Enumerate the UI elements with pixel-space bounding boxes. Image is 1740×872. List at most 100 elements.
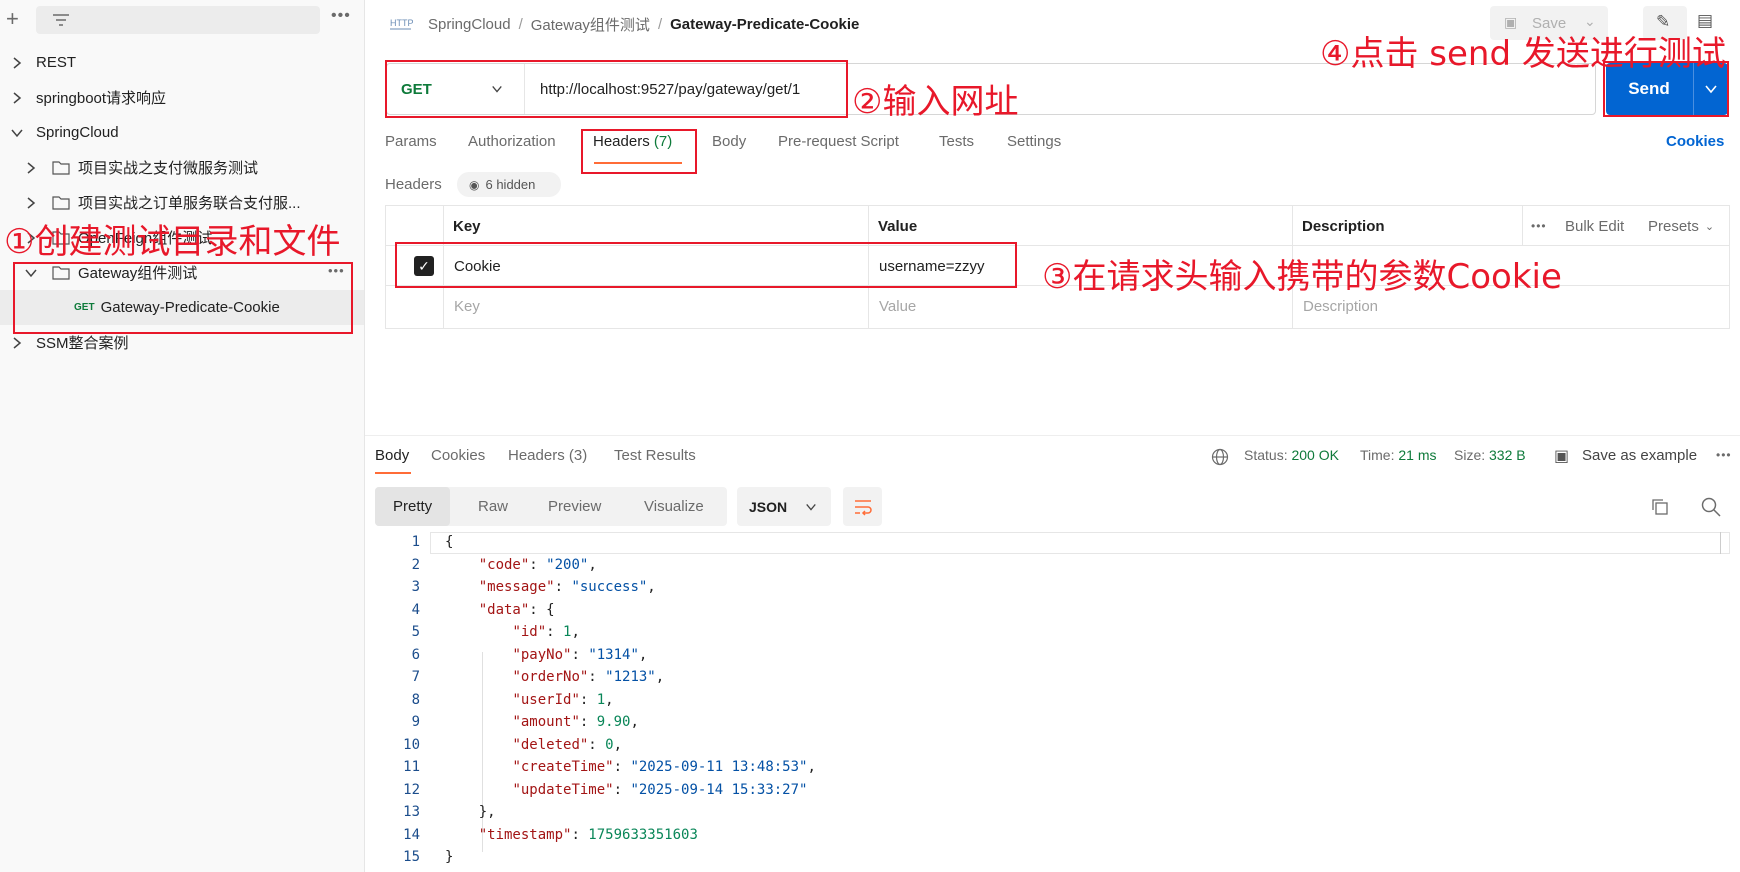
json-key: "deleted" [512,737,589,753]
new-key-field[interactable]: Key [454,286,480,326]
more-icon[interactable]: ••• [1716,448,1732,462]
tab-settings[interactable]: Settings [1007,133,1061,157]
chevron-right-icon [13,336,22,349]
json-key: "orderNo" [512,669,589,685]
code-line: "userId": 1, [512,692,614,708]
sidebar-filter[interactable] [36,6,320,34]
code-line: "timestamp": 1759633351603 [478,827,698,843]
tab-prerequest[interactable]: Pre-request Script [778,133,899,157]
response-tab-test-results[interactable]: Test Results [614,447,696,464]
response-tab-cookies[interactable]: Cookies [431,447,485,464]
tab-body[interactable]: Body [712,133,746,157]
tab-tests[interactable]: Tests [939,133,974,157]
headers-section-title: Headers [385,176,442,193]
response-tab-body[interactable]: Body [375,447,409,464]
json-key: "userId" [512,692,580,708]
json-key: "createTime" [512,759,614,775]
json-value: "1213" [605,669,656,685]
json-key: "updateTime" [512,782,614,798]
annotation-step-3: ③在请求头输入携带的参数Cookie [1042,257,1562,297]
sidebar-item-springcloud[interactable]: SpringCloud [0,115,364,150]
bulk-edit-button[interactable]: Bulk Edit [1565,206,1624,246]
sidebar-item-label: SSM整合案例 [36,335,129,352]
sidebar-item-rest[interactable]: REST [0,45,364,80]
size-value: 332 B [1489,447,1526,463]
line-number: 5 [411,624,420,640]
json-key: "code" [478,557,530,573]
line-number: 15 [403,849,420,865]
json-value: 0 [605,737,614,753]
response-view-segmented: Pretty Raw Preview Visualize [375,487,727,526]
code-line: "message": "success", [478,579,656,595]
size-label: Size: [1454,447,1486,463]
code-line: "payNo": "1314", [512,647,648,663]
sidebar-item-label: 项目实战之支付微服务测试 [78,160,259,177]
eye-icon: ◉ [469,177,480,192]
view-visualize[interactable]: Visualize [644,487,704,526]
code-line: "amount": 9.90, [512,714,639,730]
more-icon[interactable]: ••• [331,7,351,25]
time-readout[interactable]: Time: 21 ms [1360,447,1437,463]
json-value: "2025-09-14 15:33:27" [630,782,808,798]
response-body-code[interactable]: 1 2 3 4 5 6 7 8 9 10 11 12 13 14 15 { "c… [375,532,1730,872]
sidebar-item-label: springboot请求响应 [36,90,167,107]
status-label: Status: [1244,447,1288,463]
view-pretty[interactable]: Pretty [375,487,451,526]
search-icon[interactable] [1700,496,1722,518]
status-readout[interactable]: Status: 200 OK [1244,447,1339,463]
response-tab-headers[interactable]: Headers (3) [508,447,587,464]
request-title[interactable]: Gateway-Predicate-Cookie [670,16,859,33]
presets-dropdown[interactable]: Presets ⌄ [1648,206,1714,246]
save-as-example-button[interactable]: Save as example [1582,447,1697,464]
json-key: "payNo" [512,647,572,663]
more-icon[interactable]: ••• [1531,206,1547,246]
code-line: "createTime": "2025-09-11 13:48:53", [512,759,816,775]
sidebar: + ••• REST springboot请求响应 SpringCloud 项目… [0,0,365,872]
breadcrumb-item[interactable]: SpringCloud [428,16,511,33]
breadcrumb: SpringCloud / Gateway组件测试 / Gateway-Pred… [428,12,859,36]
line-number: 7 [411,669,420,685]
line-number: 9 [411,714,420,730]
new-value-field[interactable]: Value [879,286,916,326]
breadcrumb-item[interactable]: Gateway组件测试 [531,14,650,35]
size-readout[interactable]: Size: 332 B [1454,447,1526,463]
code-line: }, [478,804,496,820]
json-value: 9.90 [596,714,631,730]
code-line: { [445,534,454,550]
column-header-value: Value [878,217,918,235]
code-line: "orderNo": "1213", [512,669,665,685]
view-preview[interactable]: Preview [548,487,601,526]
annotation-box-cookie-row [395,242,1017,288]
code-line: } [445,849,454,865]
chevron-down-icon [11,129,23,137]
tab-authorization[interactable]: Authorization [468,133,556,157]
sidebar-item-pay-test[interactable]: 项目实战之支付微服务测试 [0,150,364,185]
sidebar-item-springboot[interactable]: springboot请求响应 [0,80,364,115]
tab-params[interactable]: Params [385,133,437,157]
json-key: "data" [478,602,530,618]
table-header-row: Key Value Description ••• Bulk Edit Pres… [386,206,1729,246]
sidebar-item-label: SpringCloud [36,124,119,141]
add-icon[interactable]: + [6,6,19,32]
cookies-link[interactable]: Cookies [1666,133,1724,157]
view-raw[interactable]: Raw [478,487,508,526]
status-value: 200 OK [1291,447,1339,463]
format-select[interactable]: JSON [737,487,831,526]
hidden-headers-toggle[interactable]: ◉ 6 hidden [457,172,561,197]
json-value: "success" [571,579,648,595]
code-line: "code": "200", [478,557,597,573]
http-icon: HTTP [390,18,413,30]
sidebar-item-label: 项目实战之订单服务联合支付服... [78,195,301,212]
sidebar-toolbar: + ••• [0,0,365,40]
json-key: "message" [478,579,555,595]
globe-icon[interactable] [1211,448,1229,466]
divider [365,435,1740,436]
chevron-right-icon [13,91,22,104]
format-label: JSON [749,498,788,515]
copy-icon[interactable] [1650,497,1670,517]
annotation-step-1: ①创建测试目录和文件 [4,222,341,262]
wrap-lines-button[interactable] [843,487,882,526]
line-number: 6 [411,647,420,663]
hidden-count: 6 hidden [485,177,536,192]
chevron-right-icon [27,196,36,209]
